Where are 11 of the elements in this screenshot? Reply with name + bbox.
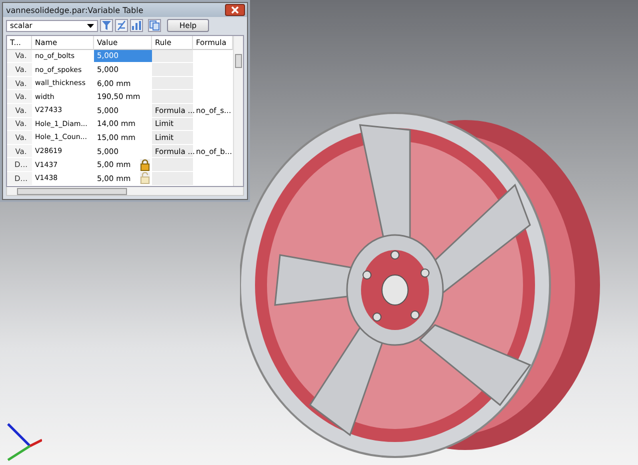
window-title: vannesolidedge.par:Variable Table: [6, 6, 144, 15]
formula-icon[interactable]: [115, 19, 128, 32]
chart-icon[interactable]: [130, 19, 143, 32]
filter-icon[interactable]: [100, 19, 113, 32]
copy-icon[interactable]: [148, 19, 161, 32]
vertical-scrollbar[interactable]: [233, 36, 243, 186]
close-icon: [231, 6, 239, 14]
close-button[interactable]: [225, 4, 245, 16]
lock-icon[interactable]: [140, 158, 150, 171]
empty-cell: [152, 63, 193, 77]
caret-icon: [87, 24, 94, 28]
